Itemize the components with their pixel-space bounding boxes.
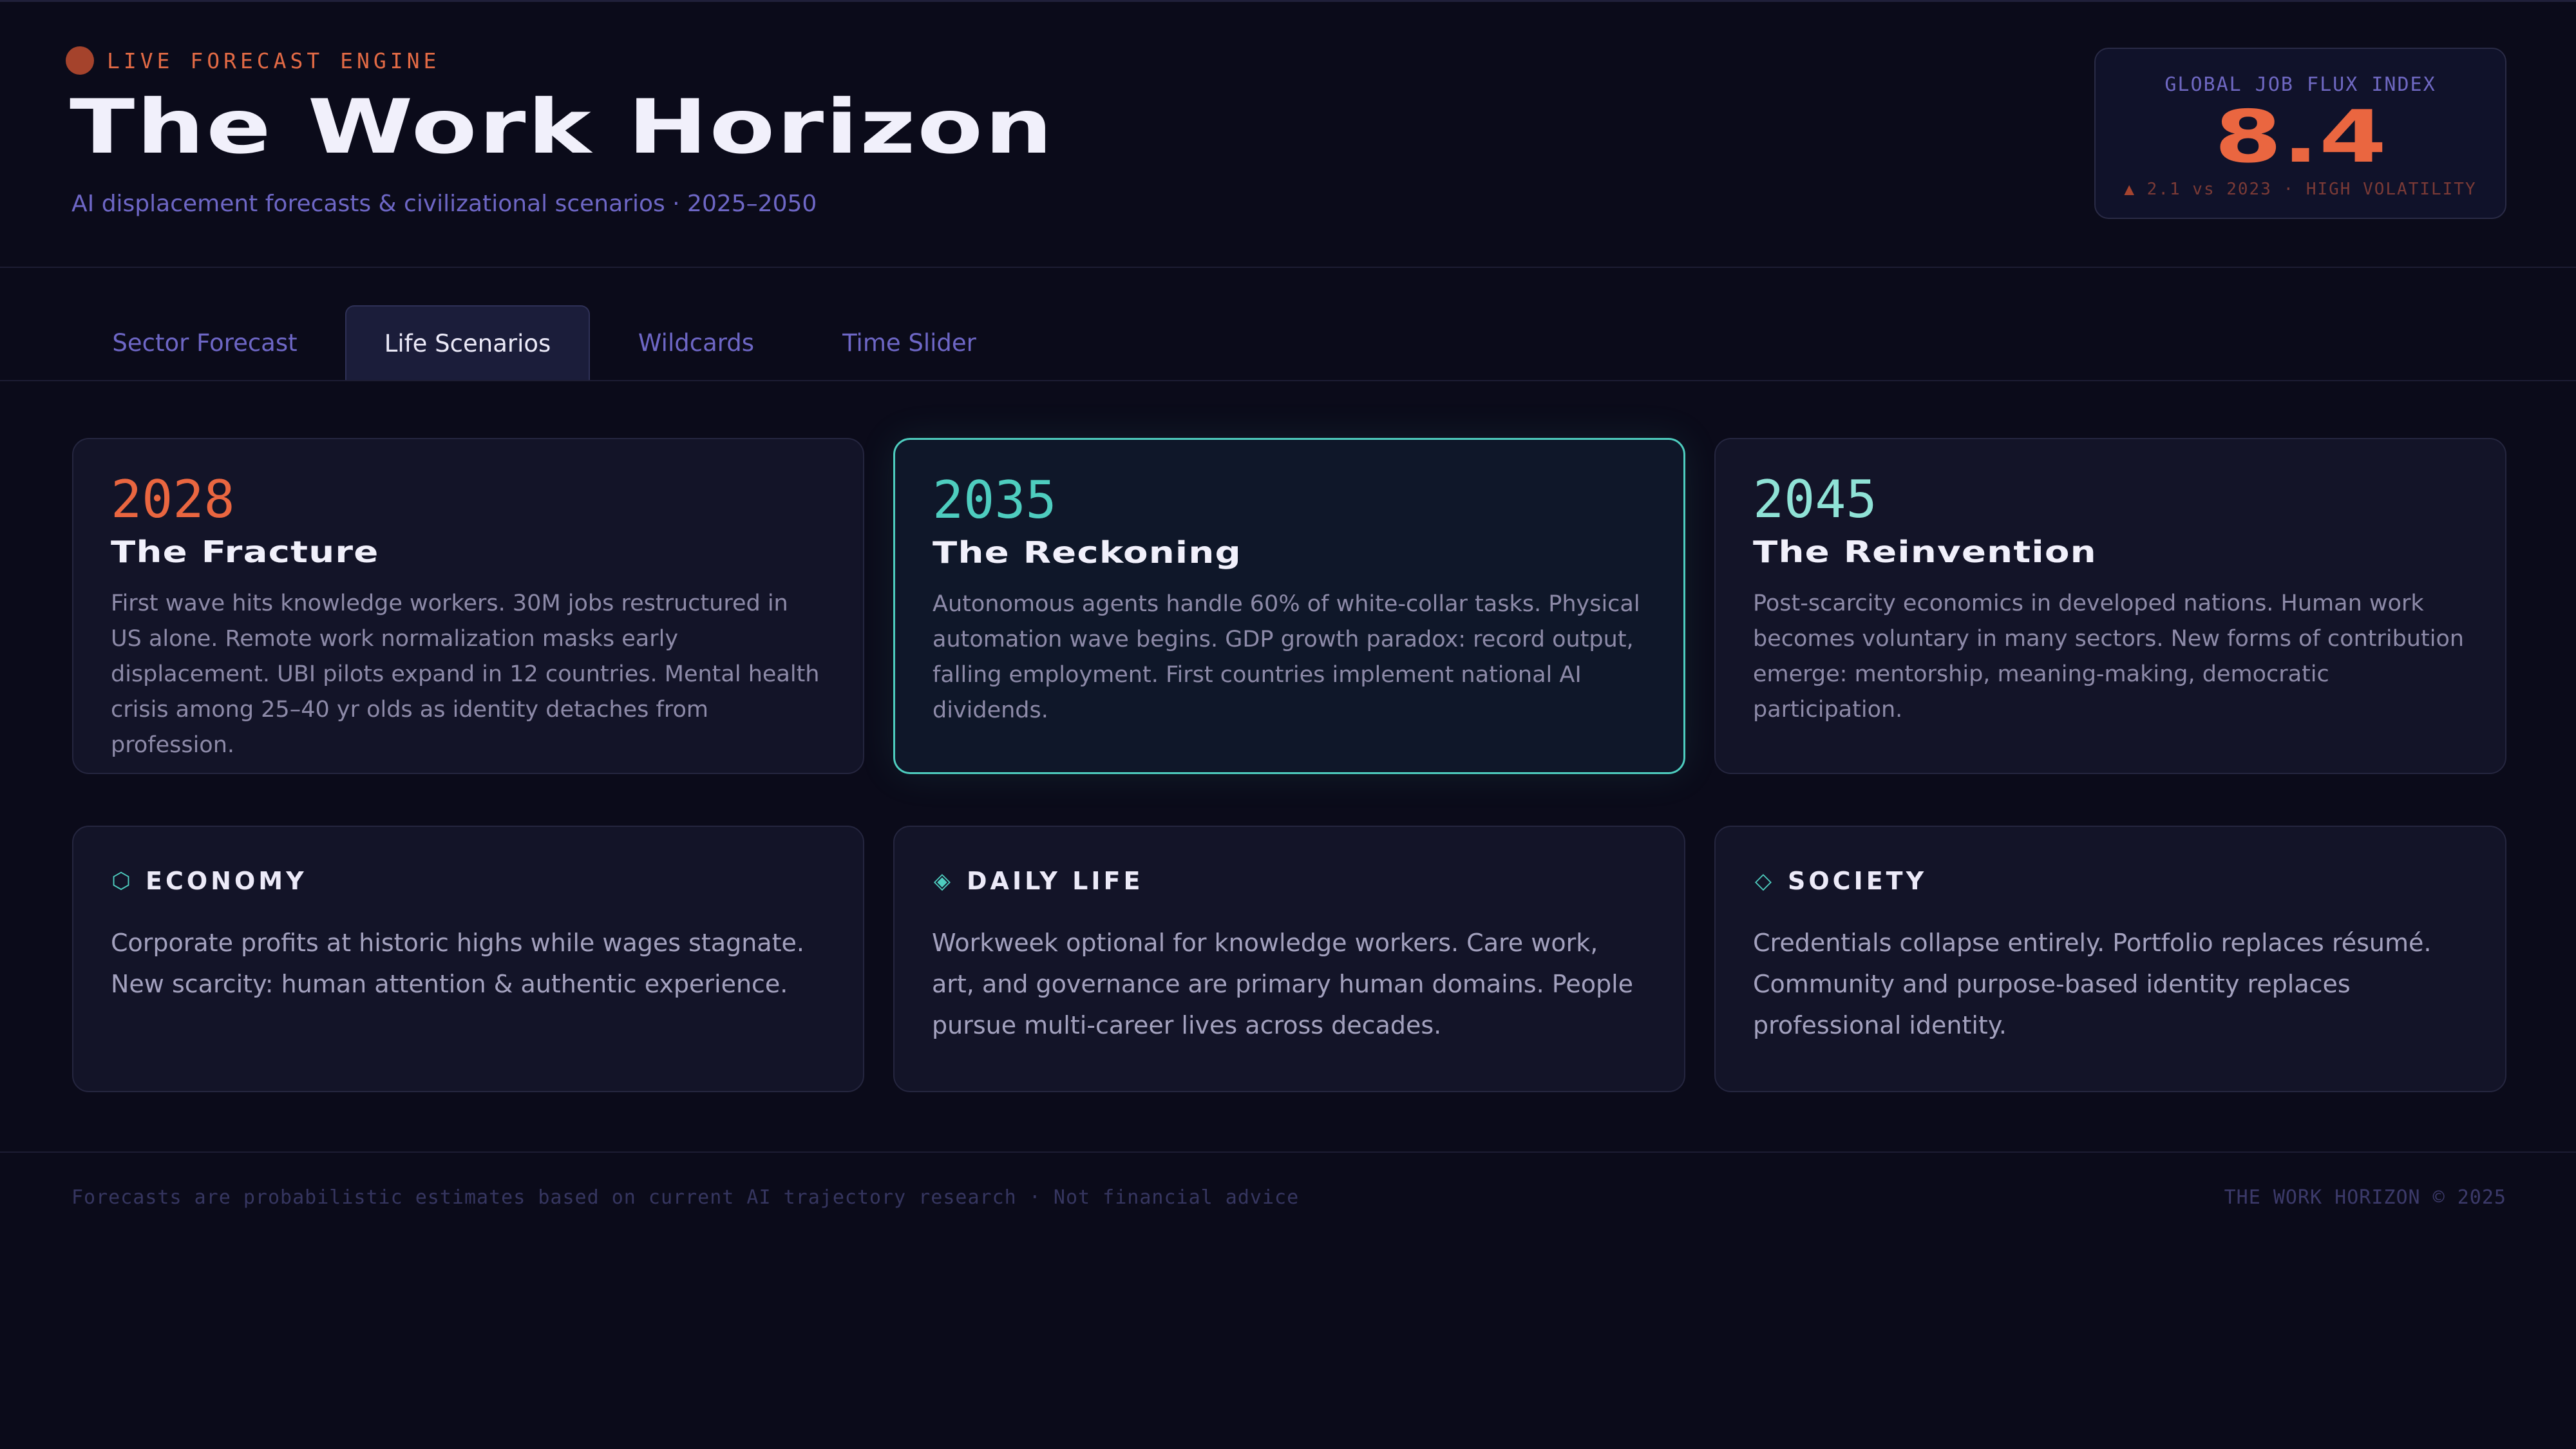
- index-delta-text: 2.1 vs 2023 · HIGH VOLATILITY: [2146, 180, 2477, 199]
- up-arrow-icon: ▲: [2124, 180, 2136, 199]
- topic-description: Workweek optional for knowledge workers.…: [932, 929, 1634, 1039]
- diamond-filled-icon: ◈: [933, 868, 951, 894]
- topic-header: ◇ SOCIETY: [1753, 867, 2468, 895]
- scenario-title: The Reckoning: [933, 535, 1242, 570]
- scenario-year: 2028: [111, 469, 235, 529]
- footer-divider: [0, 1151, 2576, 1153]
- index-value: 8.4: [2214, 95, 2387, 179]
- tab-bar: Sector Forecast Life Scenarios Wildcards…: [0, 267, 2576, 381]
- tab-life-scenarios[interactable]: Life Scenarios: [345, 305, 590, 380]
- topic-card-daily-life: ◈ DAILY LIFE Workweek optional for knowl…: [893, 826, 1685, 1092]
- scenario-description: Autonomous agents handle 60% of white-co…: [933, 591, 1640, 723]
- live-label: LIVE FORECAST ENGINE: [107, 48, 440, 73]
- scenario-description: Post-scarcity economics in developed nat…: [1753, 591, 2465, 723]
- page-title: The Work Horizon: [70, 84, 1055, 171]
- topic-name: SOCIETY: [1788, 867, 1927, 895]
- scenario-title: The Fracture: [111, 535, 379, 569]
- hexagon-icon: ⬡: [111, 868, 131, 894]
- footer-disclaimer: Forecasts are probabilistic estimates ba…: [71, 1186, 1300, 1209]
- job-flux-index-card: GLOBAL JOB FLUX INDEX 8.4 ▲ 2.1 vs 2023 …: [2094, 48, 2506, 219]
- page-header: LIVE FORECAST ENGINE The Work Horizon AI…: [0, 0, 2576, 268]
- tab-wildcards[interactable]: Wildcards: [616, 305, 777, 380]
- scenario-title: The Reinvention: [1753, 535, 2097, 569]
- topic-description: Credentials collapse entirely. Portfolio…: [1753, 929, 2432, 1039]
- scenario-card-2035[interactable]: 2035 The Reckoning Autonomous agents han…: [893, 438, 1685, 774]
- scenario-card-2045[interactable]: 2045 The Reinvention Post-scarcity econo…: [1714, 438, 2506, 774]
- live-indicator: LIVE FORECAST ENGINE: [66, 46, 440, 75]
- scenario-year: 2035: [933, 470, 1057, 530]
- topic-card-society: ◇ SOCIETY Credentials collapse entirely.…: [1714, 826, 2506, 1092]
- scenario-description: First wave hits knowledge workers. 30M j…: [111, 591, 820, 758]
- topic-header: ⬡ ECONOMY: [111, 867, 826, 895]
- topic-card-economy: ⬡ ECONOMY Corporate profits at historic …: [72, 826, 864, 1092]
- topic-header: ◈ DAILY LIFE: [932, 867, 1647, 895]
- index-label: GLOBAL JOB FLUX INDEX: [2164, 73, 2436, 96]
- topic-name: DAILY LIFE: [967, 867, 1144, 895]
- topic-name: ECONOMY: [146, 867, 307, 895]
- scenario-card-2028[interactable]: 2028 The Fracture First wave hits knowle…: [72, 438, 864, 774]
- tab-sector-forecast[interactable]: Sector Forecast: [90, 305, 319, 380]
- diamond-outline-icon: ◇: [1754, 868, 1772, 894]
- scenario-year: 2045: [1753, 469, 1877, 529]
- topic-description: Corporate profits at historic highs whil…: [111, 929, 804, 998]
- index-delta: ▲ 2.1 vs 2023 · HIGH VOLATILITY: [2096, 180, 2505, 199]
- live-dot-icon: [66, 46, 94, 75]
- tab-time-slider[interactable]: Time Slider: [818, 305, 1001, 380]
- footer-copyright: THE WORK HORIZON © 2025: [2224, 1186, 2506, 1209]
- page-subtitle: AI displacement forecasts & civilization…: [71, 191, 817, 217]
